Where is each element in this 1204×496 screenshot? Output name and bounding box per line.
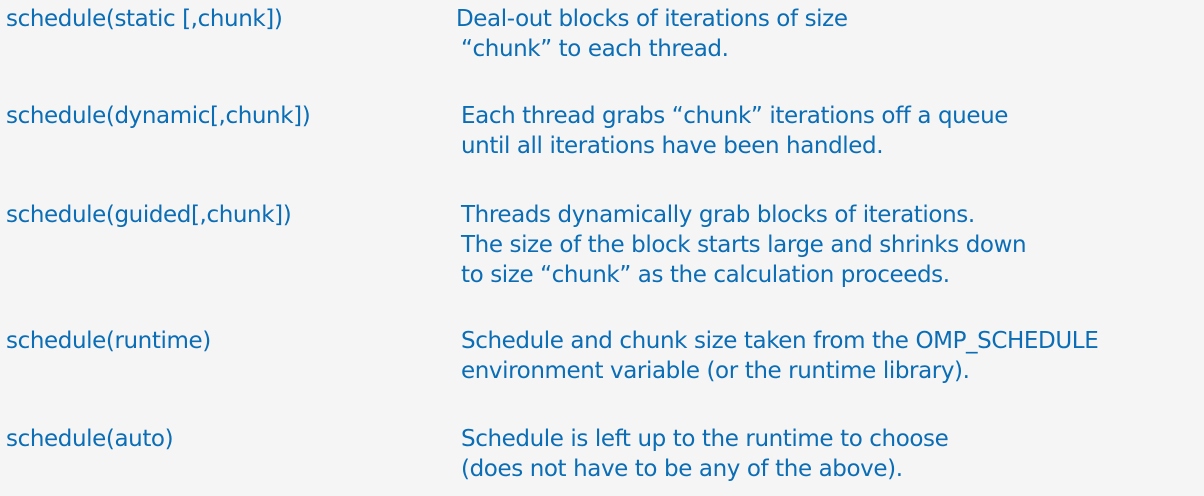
description-static: Deal-out blocks of iterations of size “c… (456, 4, 848, 64)
description-line: environment variable (or the runtime lib… (461, 358, 970, 384)
description-line: until all iterations have been handled. (461, 133, 884, 159)
description-line: Deal-out blocks of iterations of size (456, 6, 848, 32)
description-line: to size “chunk” as the calculation proce… (461, 262, 950, 288)
description-runtime: Schedule and chunk size taken from the O… (461, 326, 1099, 386)
description-line: Threads dynamically grab blocks of itera… (461, 202, 975, 228)
description-line: Schedule is left up to the runtime to ch… (461, 426, 949, 452)
description-line: Each thread grabs “chunk” iterations off… (461, 103, 1009, 129)
clause-guided: schedule(guided[,chunk]) (6, 202, 292, 228)
clause-dynamic: schedule(dynamic[,chunk]) (6, 103, 311, 129)
description-auto: Schedule is left up to the runtime to ch… (461, 424, 949, 484)
description-line: “chunk” to each thread. (461, 36, 729, 62)
description-dynamic: Each thread grabs “chunk” iterations off… (461, 101, 1008, 161)
clause-runtime: schedule(runtime) (6, 328, 211, 354)
clause-static: schedule(static [,chunk]) (6, 6, 283, 32)
description-line: The size of the block starts large and s… (461, 232, 1027, 258)
description-line: (does not have to be any of the above). (461, 456, 903, 482)
description-line: Schedule and chunk size taken from the O… (461, 328, 1099, 354)
description-guided: Threads dynamically grab blocks of itera… (461, 200, 1027, 290)
clause-auto: schedule(auto) (6, 426, 174, 452)
